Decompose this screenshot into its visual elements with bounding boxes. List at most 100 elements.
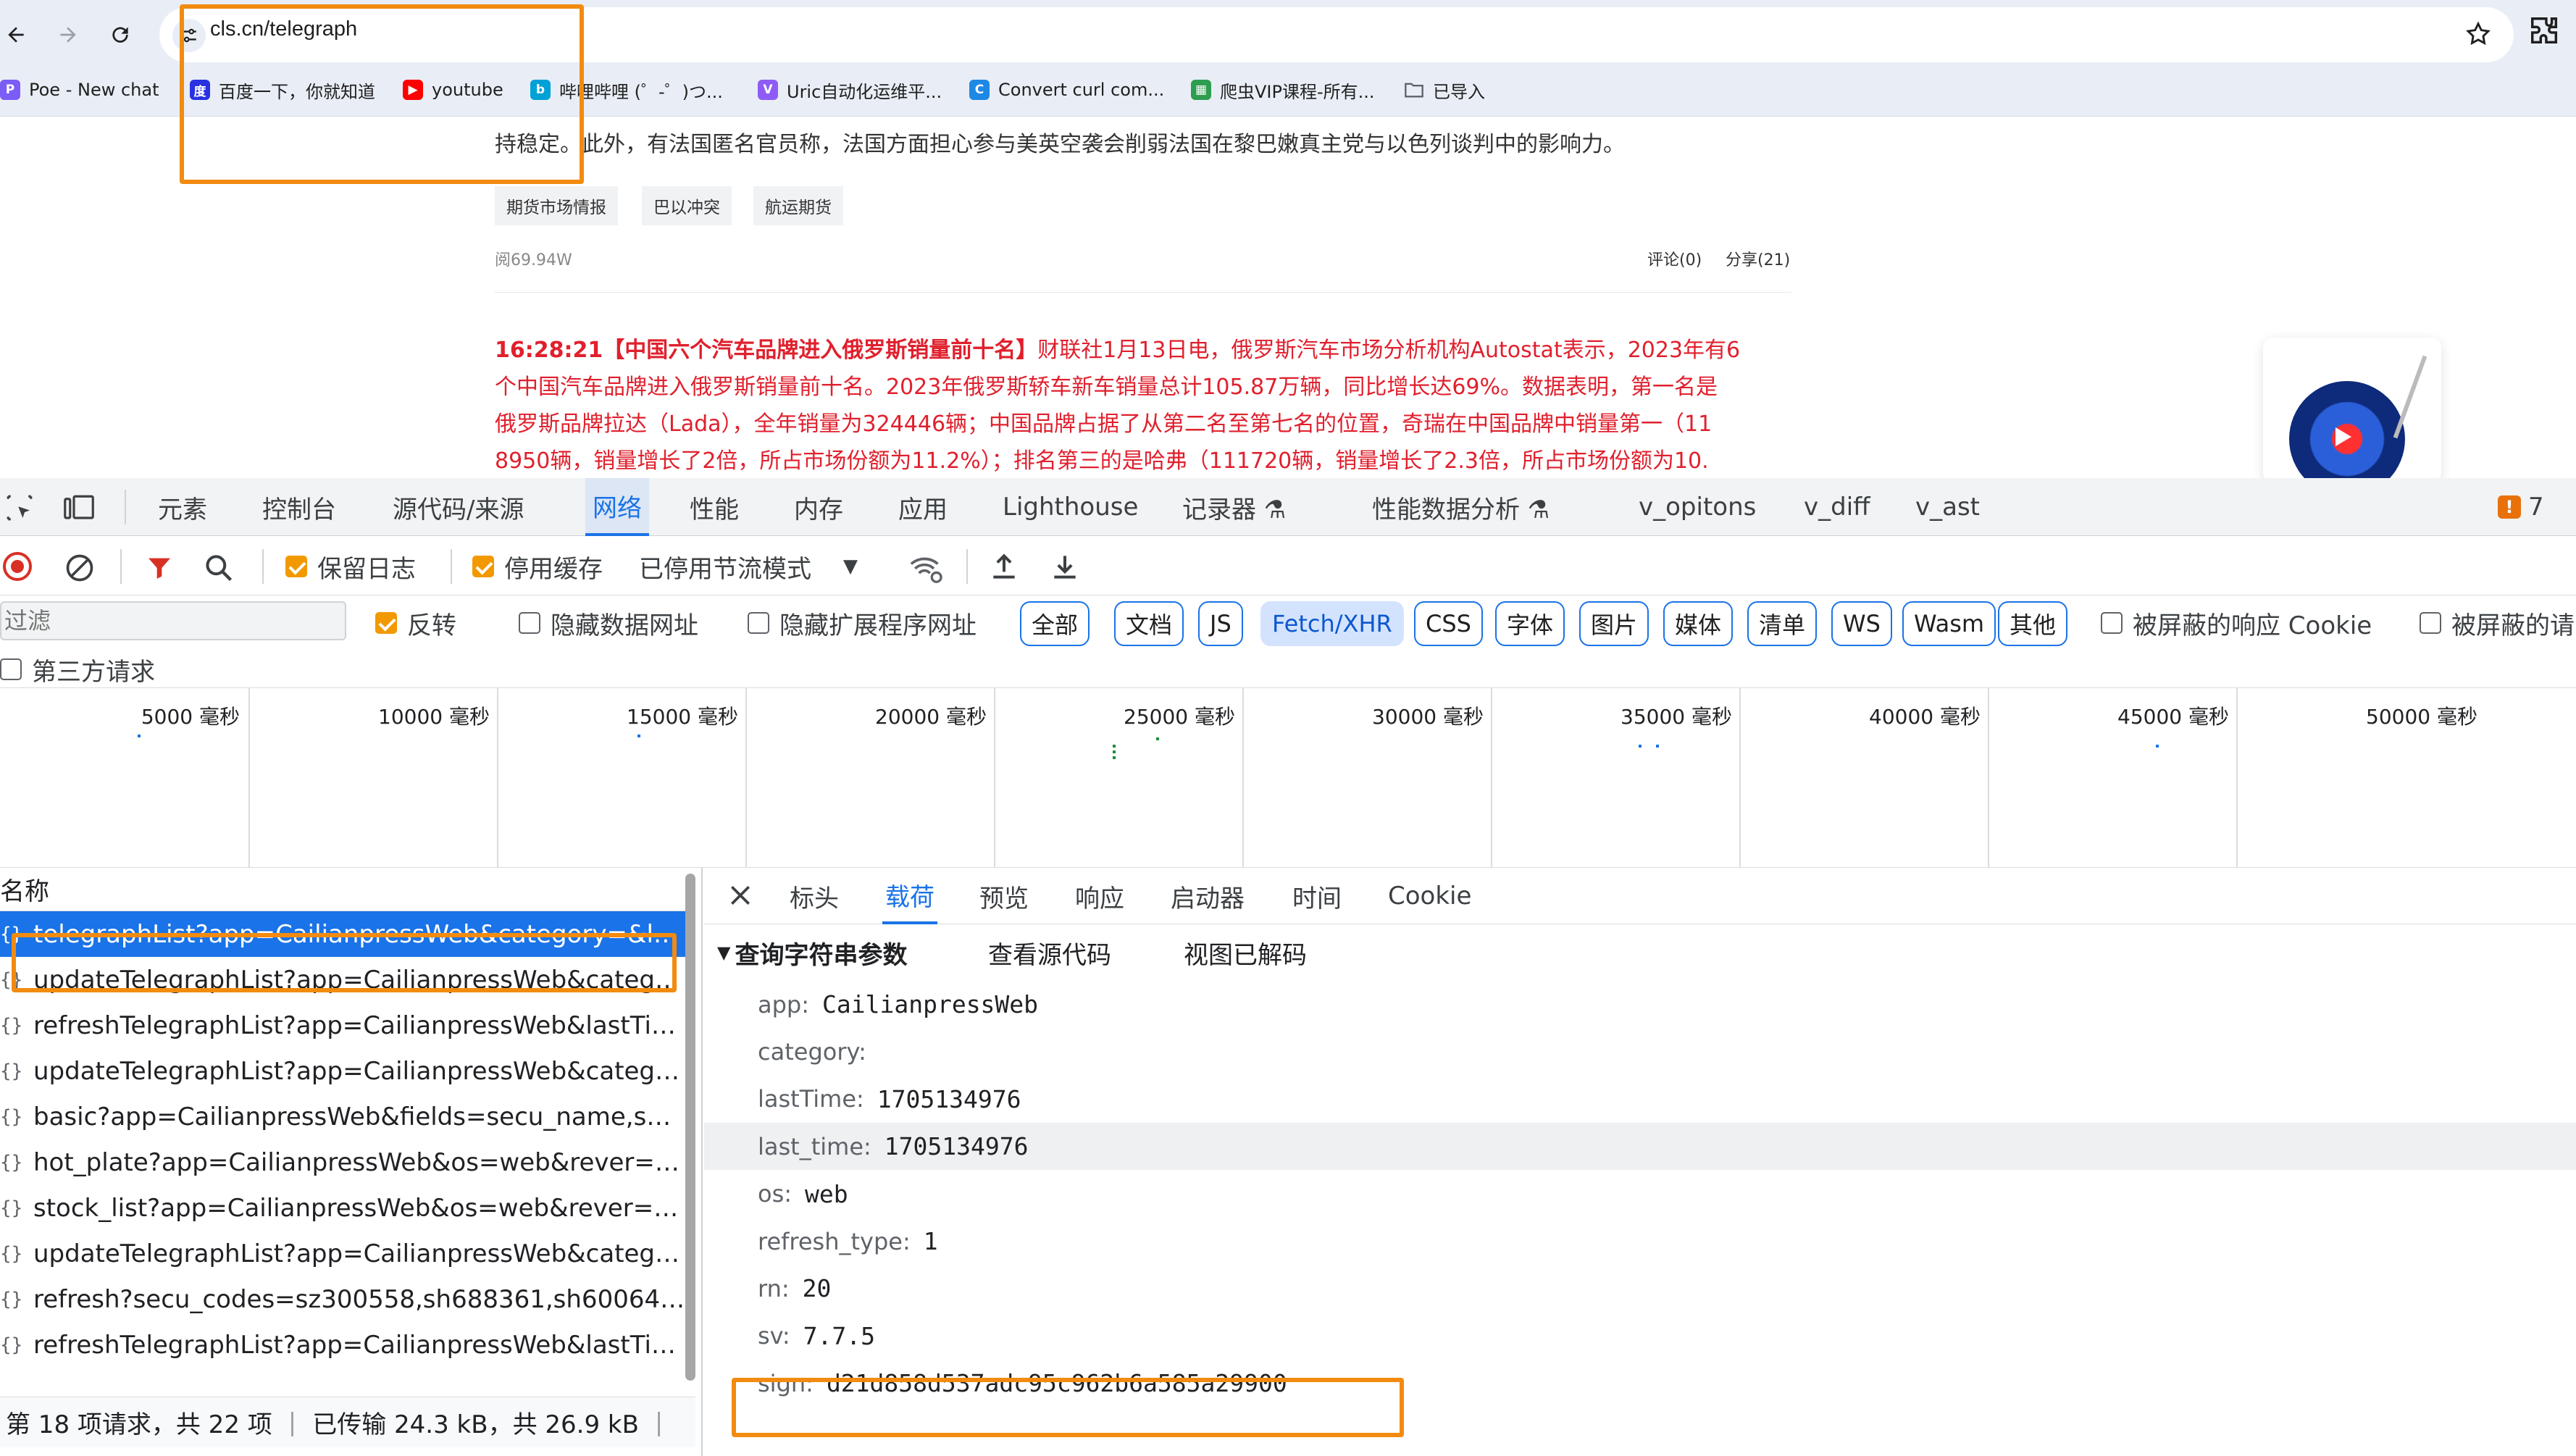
tab-payload[interactable]: 载荷	[882, 868, 937, 924]
request-row[interactable]: {} telegraphList?app=CailianpressWeb&cate…	[0, 911, 690, 957]
type-filter-media[interactable]: 媒体	[1663, 601, 1734, 646]
filter-funnel-icon[interactable]	[145, 553, 174, 582]
request-row[interactable]: {} updateTelegraphList?app=CailianpressWe…	[0, 1231, 690, 1276]
share-link[interactable]: 分享(21)	[1726, 247, 1790, 270]
device-toolbar-icon[interactable]	[62, 493, 96, 523]
tab-performance[interactable]: 性能	[690, 478, 739, 536]
type-filter-css[interactable]: CSS	[1414, 601, 1483, 646]
tab-application[interactable]: 应用	[898, 478, 948, 536]
address-bar[interactable]	[159, 7, 2514, 62]
preserve-log-checkbox[interactable]: 保留日志	[285, 551, 416, 584]
play-icon[interactable]	[2335, 427, 2351, 446]
tab-network[interactable]: 网络	[585, 478, 649, 536]
bookmark-item[interactable]: ▶ youtube	[403, 75, 503, 104]
bookmark-item[interactable]: ▦ 爬虫VIP课程-所有...	[1191, 75, 1375, 104]
request-row[interactable]: {} updateTelegraphList?app=CailianpressWe…	[0, 1048, 690, 1094]
request-row[interactable]: {} hot_plate?app=CailianpressWeb&os=web&r…	[0, 1139, 690, 1185]
type-filter-font[interactable]: 字体	[1495, 601, 1565, 646]
blocked-requests-checkbox[interactable]: 被屏蔽的请	[2420, 607, 2575, 640]
hide-extension-urls-checkbox[interactable]: 隐藏扩展程序网址	[748, 607, 977, 640]
query-string-section-toggle[interactable]: ▼ 查询字符串参数	[717, 924, 907, 981]
tab-v-ast[interactable]: v_ast	[1915, 478, 1980, 536]
request-row[interactable]: {} basic?app=CailianpressWeb&fields=secu_…	[0, 1094, 690, 1139]
third-party-checkbox[interactable]: 第三方请求	[0, 653, 155, 687]
issues-icon[interactable]: !	[2498, 495, 2521, 519]
bookmark-item[interactable]: P Poe - New chat	[0, 75, 159, 104]
comment-link[interactable]: 评论(0)	[1647, 247, 1702, 270]
type-filter-doc[interactable]: 文档	[1114, 601, 1184, 646]
view-source-button[interactable]: 查看源代码	[988, 924, 1111, 981]
query-param-row[interactable]: refresh_type: 1	[704, 1218, 2576, 1265]
query-param-row[interactable]: os: web	[704, 1171, 2576, 1218]
throttle-select[interactable]: 已停用节流模式 ▼	[639, 551, 858, 584]
tab-initiator[interactable]: 启动器	[1171, 868, 1245, 924]
query-param-row[interactable]: category:	[704, 1028, 2576, 1075]
tab-timing[interactable]: 时间	[1292, 868, 1342, 924]
request-row[interactable]: {} stock_list?app=CailianpressWeb&os=web&…	[0, 1185, 690, 1231]
type-filter-other[interactable]: 其他	[1998, 601, 2068, 646]
extensions-icon[interactable]	[2528, 14, 2562, 48]
query-param-row[interactable]: rn: 20	[704, 1265, 2576, 1312]
tag-conflict[interactable]: 巴以冲突	[642, 186, 732, 225]
bookmark-item[interactable]: V Uric自动化运维平...	[758, 75, 942, 104]
type-filter-all[interactable]: 全部	[1020, 601, 1090, 646]
disable-cache-checkbox[interactable]: 停用缓存	[472, 551, 603, 584]
inspect-element-icon[interactable]	[4, 493, 35, 523]
tab-performance-insights[interactable]: 性能数据分析 ⚗	[1372, 478, 1550, 536]
query-param-row[interactable]: last_time: 1705134976	[704, 1123, 2576, 1171]
reload-button[interactable]	[99, 13, 142, 57]
view-decoded-button[interactable]: 视图已解码	[1184, 924, 1307, 981]
clear-icon[interactable]	[64, 552, 96, 584]
bookmark-item[interactable]: 度百度一下，你就知道	[190, 75, 375, 104]
name-column-header[interactable]: 名称	[0, 868, 690, 911]
type-filter-ws[interactable]: WS	[1831, 601, 1892, 646]
site-info-icon[interactable]	[172, 19, 206, 52]
record-icon[interactable]	[3, 552, 32, 581]
tab-v-opitons[interactable]: v_opitons	[1639, 478, 1756, 536]
query-param-row[interactable]: sign: d21d858d537adc95c962b6a585a29900	[704, 1360, 2576, 1407]
type-filter-fetch-xhr[interactable]: Fetch/XHR	[1260, 601, 1404, 646]
network-conditions-icon[interactable]	[908, 552, 943, 584]
filter-input[interactable]	[0, 601, 346, 640]
news-headline-line[interactable]: 16:28:21【中国六个汽车品牌进入俄罗斯销量前十名】财联社1月13日电，俄罗…	[495, 335, 1740, 366]
tab-console[interactable]: 控制台	[262, 478, 336, 536]
url-text[interactable]: cls.cn/telegraph	[210, 17, 357, 41]
tab-memory[interactable]: 内存	[794, 478, 843, 536]
tab-lighthouse[interactable]: Lighthouse	[1003, 478, 1138, 536]
network-overview-timeline[interactable]: 5000 毫秒 10000 毫秒 15000 毫秒 20000 毫秒 25000 毫秒 3…	[0, 688, 2576, 868]
close-icon[interactable]	[726, 881, 755, 910]
tab-elements[interactable]: 元素	[158, 478, 207, 536]
tab-response[interactable]: 响应	[1075, 868, 1124, 924]
tab-recorder[interactable]: 记录器 ⚗	[1182, 478, 1286, 536]
request-list-scrollbar[interactable]	[685, 874, 695, 1381]
tag-shipping[interactable]: 航运期货	[753, 186, 843, 225]
type-filter-img[interactable]: 图片	[1579, 601, 1649, 646]
type-filter-js[interactable]: JS	[1198, 601, 1243, 646]
import-har-icon[interactable]	[988, 551, 1020, 582]
music-player-widget[interactable]	[2263, 338, 2441, 478]
request-row[interactable]: {} refresh?secu_codes=sz300558,sh688361,s…	[0, 1276, 690, 1322]
invert-checkbox[interactable]: 反转	[375, 607, 456, 640]
tab-preview[interactable]: 预览	[979, 868, 1029, 924]
bookmark-item[interactable]: b 哔哩哔哩 (゜-゜)つ...	[530, 75, 723, 104]
bookmark-item[interactable]: 已导入	[1404, 75, 1485, 104]
export-har-icon[interactable]	[1049, 551, 1081, 582]
request-row[interactable]: {} refreshTelegraphList?app=CailianpressW…	[0, 1003, 690, 1048]
query-param-row[interactable]: app: CailianpressWeb	[704, 981, 2576, 1028]
bookmark-star-icon[interactable]	[2464, 20, 2492, 48]
tab-headers[interactable]: 标头	[790, 868, 839, 924]
blocked-cookies-checkbox[interactable]: 被屏蔽的响应 Cookie	[2101, 607, 2372, 640]
query-param-row[interactable]: lastTime: 1705134976	[704, 1076, 2576, 1123]
search-icon[interactable]	[203, 552, 235, 584]
type-filter-manifest[interactable]: 清单	[1747, 601, 1818, 646]
request-row[interactable]: {} updateTelegraphList?app=CailianpressWe…	[0, 957, 690, 1003]
tab-cookies[interactable]: Cookie	[1388, 868, 1471, 924]
tag-futures[interactable]: 期货市场情报	[495, 186, 618, 225]
request-row[interactable]: {} refreshTelegraphList?app=CailianpressW…	[0, 1322, 690, 1368]
query-param-row[interactable]: sv: 7.7.5	[704, 1313, 2576, 1360]
tab-v-diff[interactable]: v_diff	[1804, 478, 1870, 536]
type-filter-wasm[interactable]: Wasm	[1902, 601, 1996, 646]
tab-sources[interactable]: 源代码/来源	[393, 478, 524, 536]
back-button[interactable]	[0, 13, 38, 57]
bookmark-item[interactable]: C Convert curl com...	[969, 75, 1164, 104]
